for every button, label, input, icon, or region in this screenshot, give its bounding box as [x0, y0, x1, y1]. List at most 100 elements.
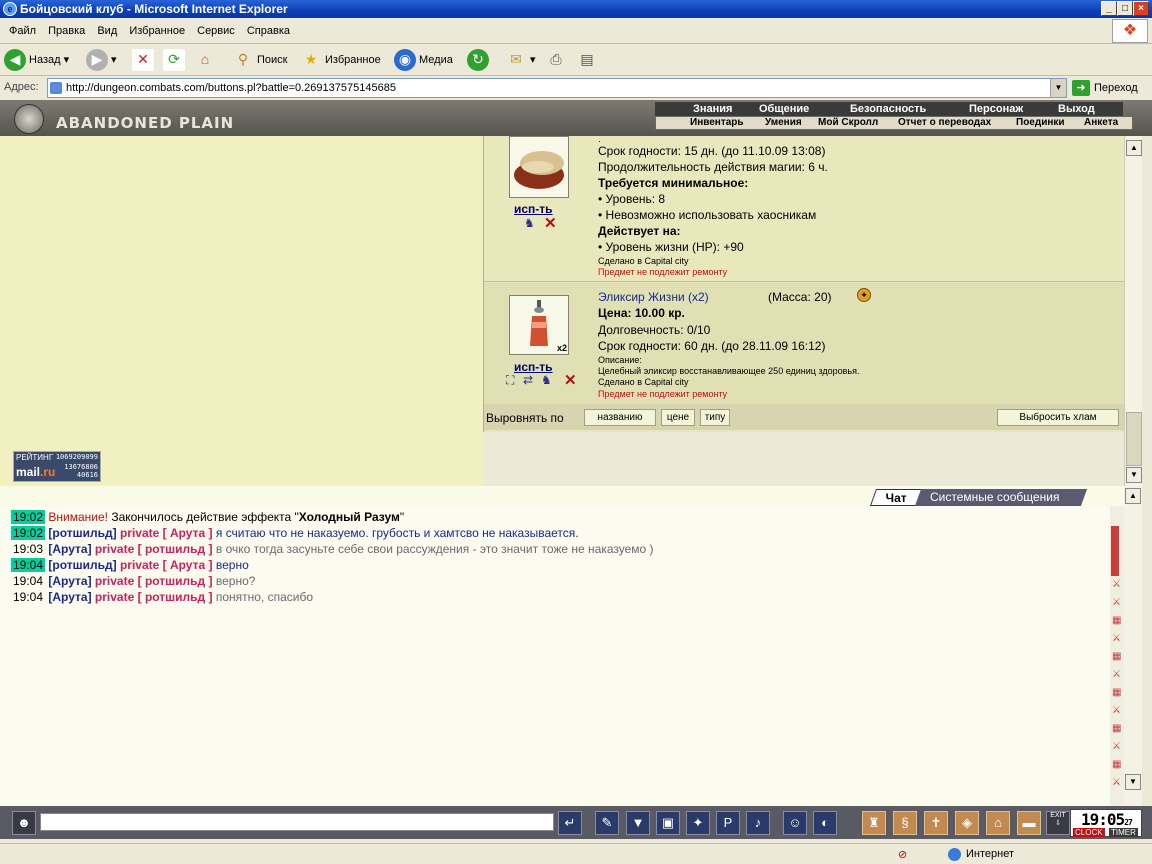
privacy-icon[interactable]: ⊘ [898, 848, 907, 861]
refresh-button[interactable]: ⟳ [163, 49, 188, 72]
map-icon[interactable]: ◈ [955, 811, 979, 835]
nav-exit[interactable]: Выход [1058, 102, 1095, 116]
scroll-icon[interactable]: § [893, 811, 917, 835]
nav-knowledge[interactable]: Знания [693, 102, 732, 116]
book-icon[interactable]: ▬ [1017, 811, 1041, 835]
nav-skills[interactable]: Умения [765, 117, 802, 129]
rating-counter[interactable]: РЕЙТИНГ 1069209099 mail.ru 13676806 4061… [13, 451, 101, 482]
use-item-link[interactable]: исп-ть [514, 360, 553, 374]
address-url: http://dungeon.combats.com/buttons.pl?ba… [66, 82, 396, 94]
go-button[interactable]: ➜ Переход [1072, 79, 1138, 97]
save-log-icon[interactable]: ▣ [656, 811, 680, 835]
chat-sender[interactable]: [ротшильд] [48, 526, 116, 540]
timer-label[interactable]: TIMER [1109, 828, 1138, 837]
nav-security[interactable]: Безопасность [850, 102, 926, 116]
eraser-icon[interactable]: ✎ [595, 811, 619, 835]
swap-icon[interactable]: ⇄ [523, 373, 533, 387]
nav-profile[interactable]: Анкета [1084, 117, 1118, 129]
stop-button[interactable]: ✕ [132, 49, 157, 72]
sort-by-price-button[interactable]: цене [661, 409, 695, 426]
item-info-icon[interactable]: ✦ [857, 288, 871, 302]
menu-file[interactable]: Файл [9, 18, 36, 44]
speaker-icon[interactable]: ☻ [12, 811, 36, 835]
chat-timestamp[interactable]: 19:03 [11, 542, 45, 556]
search-button[interactable]: ⚲ Поиск [232, 49, 288, 71]
nav-duels[interactable]: Поединки [1016, 117, 1065, 129]
scroll-thumb[interactable] [1126, 412, 1142, 466]
user-list-icons[interactable]: ⚔ ⚔ ▦ ⚔ ▦ ⚔ ▦ ⚔ ▦ ⚔ ▦ ⚔ [1112, 576, 1121, 792]
smile-icon[interactable]: ☺ [783, 811, 807, 835]
chat-message: 19:04 [ротшильд] private [ Арута ] верно [11, 558, 249, 572]
menu-help[interactable]: Справка [247, 18, 290, 44]
sort-by-type-button[interactable]: типу [700, 409, 730, 426]
favorites-button[interactable]: ★ Избранное [300, 49, 381, 71]
item-mass: (Масса: 20) [768, 290, 832, 304]
nav-inventory[interactable]: Инвентарь [690, 117, 744, 129]
home-button[interactable]: ⌂ [194, 49, 219, 71]
chat-private-tag[interactable]: private [ ротшильд ] [95, 542, 213, 556]
fighter-icon[interactable]: ✦ [686, 811, 710, 835]
chat-scrollbar[interactable]: ▲ ▼ [1124, 486, 1142, 806]
address-dropdown-icon[interactable]: ▼ [1050, 79, 1066, 97]
back-button[interactable]: ◀ Назад ▾ [4, 49, 69, 72]
nav-transfer-report[interactable]: Отчет о переводах [898, 117, 991, 129]
chat-timestamp[interactable]: 19:04 [11, 590, 45, 604]
bag-icon[interactable]: ♜ [862, 811, 886, 835]
cross-icon[interactable]: ✝ [924, 811, 948, 835]
scroll-down-icon[interactable]: ▼ [1125, 774, 1141, 790]
drop-junk-button[interactable]: Выбросить хлам [997, 409, 1119, 426]
sound-icon[interactable]: ♪ [746, 811, 770, 835]
drop-item-icon[interactable]: ✕ [544, 214, 557, 232]
scroll-up-icon[interactable]: ▲ [1125, 488, 1141, 504]
scroll-up-icon[interactable]: ▲ [1126, 140, 1142, 156]
address-input[interactable]: http://dungeon.combats.com/buttons.pl?ba… [47, 78, 1067, 98]
chat-timestamp[interactable]: 19:02 [11, 510, 46, 524]
mail-button[interactable]: ✉ ▾ [505, 49, 535, 71]
close-button[interactable]: × [1133, 1, 1149, 16]
nav-character[interactable]: Персонаж [969, 102, 1023, 116]
private-icon[interactable]: P [716, 811, 740, 835]
nav-my-scroll[interactable]: Мой Скролл [818, 117, 878, 129]
scroll-down-icon[interactable]: ▼ [1126, 467, 1142, 483]
chat-timestamp[interactable]: 19:02 [11, 526, 46, 540]
tab-system-messages[interactable]: Системные сообщения [914, 489, 1088, 506]
chat-message: 19:03 [Арута] private [ ротшильд ] в очк… [11, 542, 654, 556]
chat-sender[interactable]: [Арута] [48, 590, 91, 604]
nav-communication[interactable]: Общение [759, 102, 809, 116]
wear-icon[interactable]: ♞ [541, 373, 552, 387]
chat-sender[interactable]: [ротшильд] [48, 558, 116, 572]
chat-private-tag[interactable]: private [ ротшильд ] [95, 590, 213, 604]
chat-input[interactable] [40, 813, 554, 831]
maximize-button[interactable]: □ [1117, 1, 1133, 16]
menu-view[interactable]: Вид [97, 18, 117, 44]
chat-sender[interactable]: [Арута] [48, 574, 91, 588]
forward-button[interactable]: ▶ ▾ [86, 49, 117, 72]
house-icon[interactable]: ⌂ [986, 811, 1010, 835]
drop-item-icon[interactable]: ✕ [564, 371, 577, 389]
wear-icon[interactable]: ♞ [524, 216, 535, 230]
menu-tools[interactable]: Сервис [197, 18, 235, 44]
chat-timestamp[interactable]: 19:04 [11, 558, 46, 572]
exit-button[interactable]: EXIT ⇩ [1046, 811, 1070, 835]
sort-by-name-button[interactable]: названию [584, 409, 656, 426]
history-button[interactable]: ↻ [467, 49, 492, 72]
menu-edit[interactable]: Правка [48, 18, 85, 44]
chat-timestamp[interactable]: 19:04 [11, 574, 45, 588]
transfer-icon[interactable]: ⛶ [506, 373, 514, 388]
send-icon[interactable]: ↵ [558, 811, 582, 835]
chat-private-tag[interactable]: private [ ротшильд ] [95, 574, 213, 588]
filter-icon[interactable]: ▼ [626, 811, 650, 835]
chat-private-tag[interactable]: private [ Арута ] [120, 558, 213, 572]
chat-sender[interactable]: [Арута] [48, 542, 91, 556]
translit-icon[interactable]: ◐ [813, 811, 837, 835]
chat-private-tag[interactable]: private [ Арута ] [120, 526, 213, 540]
menu-favorites[interactable]: Избранное [129, 18, 185, 44]
inventory-scrollbar[interactable]: ▲ ▼ [1124, 136, 1142, 486]
item-no-repair: Предмет не подлежит ремонту [598, 267, 728, 277]
minimize-button[interactable]: _ [1101, 1, 1117, 16]
edit-button[interactable]: ▤ [576, 49, 601, 71]
media-button[interactable]: ◉ Медиа [394, 49, 453, 72]
clock-label[interactable]: CLOCK [1073, 828, 1105, 837]
item-name-link[interactable]: Эликсир Жизни (x2) [598, 290, 709, 304]
print-button[interactable]: ⎙ [545, 49, 570, 71]
